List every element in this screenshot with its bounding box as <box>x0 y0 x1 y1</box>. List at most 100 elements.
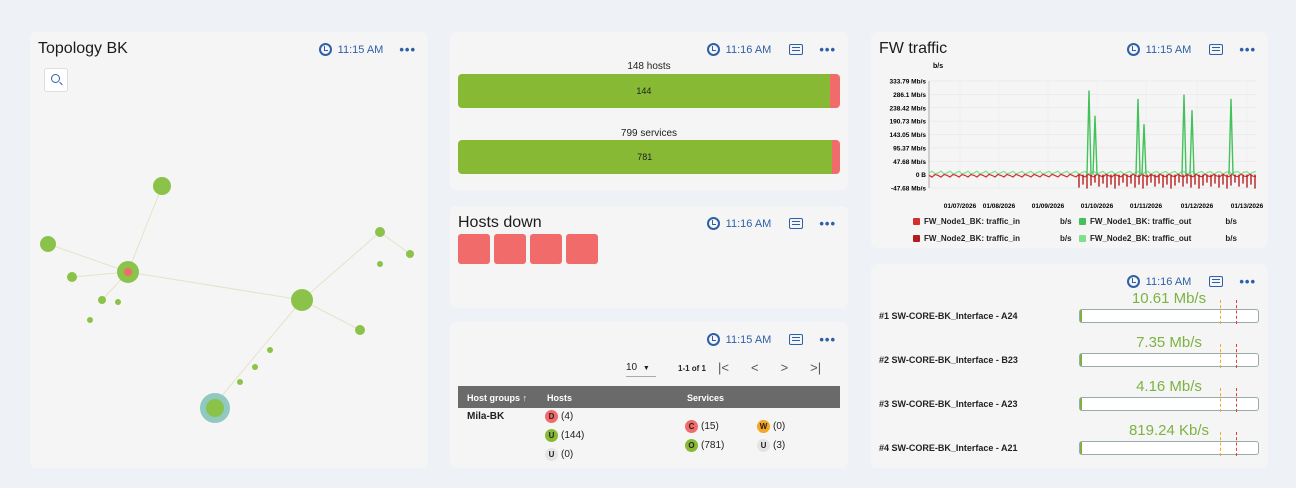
service-ok-count: (781) <box>701 440 725 452</box>
host-group-name[interactable]: Mila-BK <box>467 411 504 422</box>
hosts-down-controls: 11:16 AM ••• <box>706 216 836 231</box>
x-tick-label: 01/12/2026 <box>1181 203 1214 210</box>
x-tick-label: 01/13/2026 <box>1231 203 1264 210</box>
traffic-out-spike <box>1189 110 1195 175</box>
network-node-cluster <box>40 177 414 385</box>
service-status-ok[interactable]: O (781) <box>685 439 724 452</box>
interface-traffic-value: 819.24 Kb/s <box>1128 422 1210 439</box>
host-groups-time: 11:15 AM <box>725 333 772 346</box>
col-services[interactable]: Services <box>687 393 724 403</box>
host-down-tile[interactable] <box>494 234 526 264</box>
x-tick-label: 01/07/2026 <box>944 203 977 210</box>
legend-node2-out[interactable]: FW_Node2_BK: traffic_out b/s <box>1079 234 1237 243</box>
interfaces-time: 11:16 AM <box>1145 275 1192 288</box>
traffic-out-spike <box>1092 115 1098 175</box>
col-host-groups[interactable]: Host groups ↑ <box>467 393 527 403</box>
legend-label: FW_Node1_BK: traffic_out <box>1090 217 1192 226</box>
services-ok-segment[interactable]: 781 <box>458 140 832 174</box>
traffic-out-spike <box>1086 90 1092 175</box>
host-status-unreachable[interactable]: U (0) <box>545 448 573 461</box>
refresh-clock-icon[interactable] <box>1126 275 1140 288</box>
up-chip: U <box>545 429 558 442</box>
first-page-icon[interactable]: |< <box>718 360 729 375</box>
pagination-label: 1-1 of 1 <box>678 364 707 373</box>
message-icon[interactable] <box>789 44 804 55</box>
legend-node2-in[interactable]: FW_Node2_BK: traffic_in b/s <box>913 234 1072 243</box>
traffic-out-spike <box>1228 98 1234 175</box>
more-menu-icon[interactable]: ••• <box>819 42 836 57</box>
interfaces-panel: 11:16 AM ••• 10.61 Mb/s #1 SW-CORE-BK_Int… <box>871 264 1268 468</box>
legend-node1-out[interactable]: FW_Node1_BK: traffic_out b/s <box>1079 217 1237 226</box>
more-menu-icon[interactable]: ••• <box>819 332 836 347</box>
unknown-chip: U <box>757 439 770 452</box>
y-tick-label: 143.05 Mb/s <box>890 132 927 139</box>
fw-traffic-panel: FW traffic 11:15 AM ••• b/s 333.79 Mb/s 28… <box>871 32 1268 248</box>
hosts-down-segment[interactable] <box>829 74 840 108</box>
legend-label: FW_Node2_BK: traffic_out <box>1090 234 1192 243</box>
hosts-ok-segment[interactable]: 144 <box>458 74 830 108</box>
y-tick-label: 0 B <box>916 172 926 179</box>
hosts-summary-title: 148 hosts <box>627 61 671 72</box>
y-tick-label: 47.68 Mb/s <box>893 159 926 166</box>
y-axis-unit-label: b/s <box>933 63 943 70</box>
warning-threshold-marker <box>1220 388 1221 412</box>
legend-swatch <box>1079 218 1086 225</box>
y-tick-label: 286.1 Mb/s <box>893 92 926 99</box>
refresh-clock-icon[interactable] <box>706 43 720 56</box>
legend-unit: b/s <box>1060 234 1072 243</box>
status-time: 11:16 AM <box>725 43 772 56</box>
services-critical-segment[interactable] <box>831 140 840 174</box>
service-status-unknown[interactable]: U (3) <box>757 439 785 452</box>
host-status-up[interactable]: U (144) <box>545 429 584 442</box>
interface-usage-bar <box>1079 300 1259 324</box>
interface-name: #4 SW-CORE-BK_Interface - A21 <box>879 443 1018 453</box>
hosts-status-bar[interactable]: 144 <box>458 74 840 108</box>
interface-usage-bar <box>1079 388 1259 412</box>
last-page-icon[interactable]: >| <box>810 360 821 375</box>
prev-page-icon[interactable]: < <box>751 360 759 375</box>
refresh-clock-icon[interactable] <box>706 333 720 346</box>
critical-threshold-marker <box>1236 432 1237 456</box>
service-status-warning[interactable]: W (0) <box>757 420 785 433</box>
page-size-value: 10 <box>626 362 638 373</box>
table-row[interactable]: Mila-BK D (4) U (144) U (0) C (15) W (0) O (78… <box>458 408 840 464</box>
fw-traffic-chart[interactable]: b/s 333.79 Mb/s 286.1 Mb/s 238.42 Mb/s 190.7… <box>871 32 1268 248</box>
message-icon[interactable] <box>1209 276 1224 287</box>
service-critical-count: (15) <box>701 421 719 433</box>
legend-unit: b/s <box>1225 217 1237 226</box>
host-groups-controls: 11:15 AM ••• <box>706 332 836 347</box>
interface-usage-fill <box>1080 442 1082 454</box>
message-icon[interactable] <box>789 218 804 229</box>
legend-swatch <box>913 235 920 242</box>
interface-name: #1 SW-CORE-BK_Interface - A24 <box>879 311 1018 321</box>
more-menu-icon[interactable]: ••• <box>1239 274 1256 289</box>
legend-node1-in[interactable]: FW_Node1_BK: traffic_in b/s <box>913 217 1072 226</box>
service-status-critical[interactable]: C (15) <box>685 420 719 433</box>
warning-threshold-marker <box>1220 300 1221 324</box>
host-status-down[interactable]: D (4) <box>545 410 573 423</box>
host-down-tiles <box>458 234 602 269</box>
hosts-down-panel: Hosts down 11:16 AM ••• <box>450 206 848 308</box>
message-icon[interactable] <box>789 334 804 345</box>
host-down-tile[interactable] <box>458 234 490 264</box>
legend-label: FW_Node1_BK: traffic_in <box>924 217 1021 226</box>
col-hosts[interactable]: Hosts <box>547 393 572 403</box>
interface-usage-bar <box>1079 432 1259 456</box>
legend-swatch <box>913 218 920 225</box>
page-size-select[interactable]: 10 ▼ <box>626 362 656 377</box>
y-tick-label: 238.42 Mb/s <box>890 105 927 112</box>
host-down-tile[interactable] <box>530 234 562 264</box>
service-unknown-count: (3) <box>773 440 786 452</box>
host-groups-panel: 11:15 AM ••• 10 ▼ 1-1 of 1 |< < > >| Hos… <box>450 322 848 468</box>
traffic-out-spike <box>1135 98 1141 175</box>
interface-name: #3 SW-CORE-BK_Interface - A23 <box>879 399 1018 409</box>
next-page-icon[interactable]: > <box>781 360 789 375</box>
services-status-bar[interactable]: 781 <box>458 140 840 174</box>
warning-chip: W <box>757 420 770 433</box>
interface-usage-bar <box>1079 344 1259 368</box>
refresh-clock-icon[interactable] <box>706 217 720 230</box>
traffic-out-spike <box>1141 124 1147 175</box>
more-menu-icon[interactable]: ••• <box>819 216 836 231</box>
topology-map[interactable] <box>30 32 428 468</box>
host-down-tile[interactable] <box>566 234 598 264</box>
